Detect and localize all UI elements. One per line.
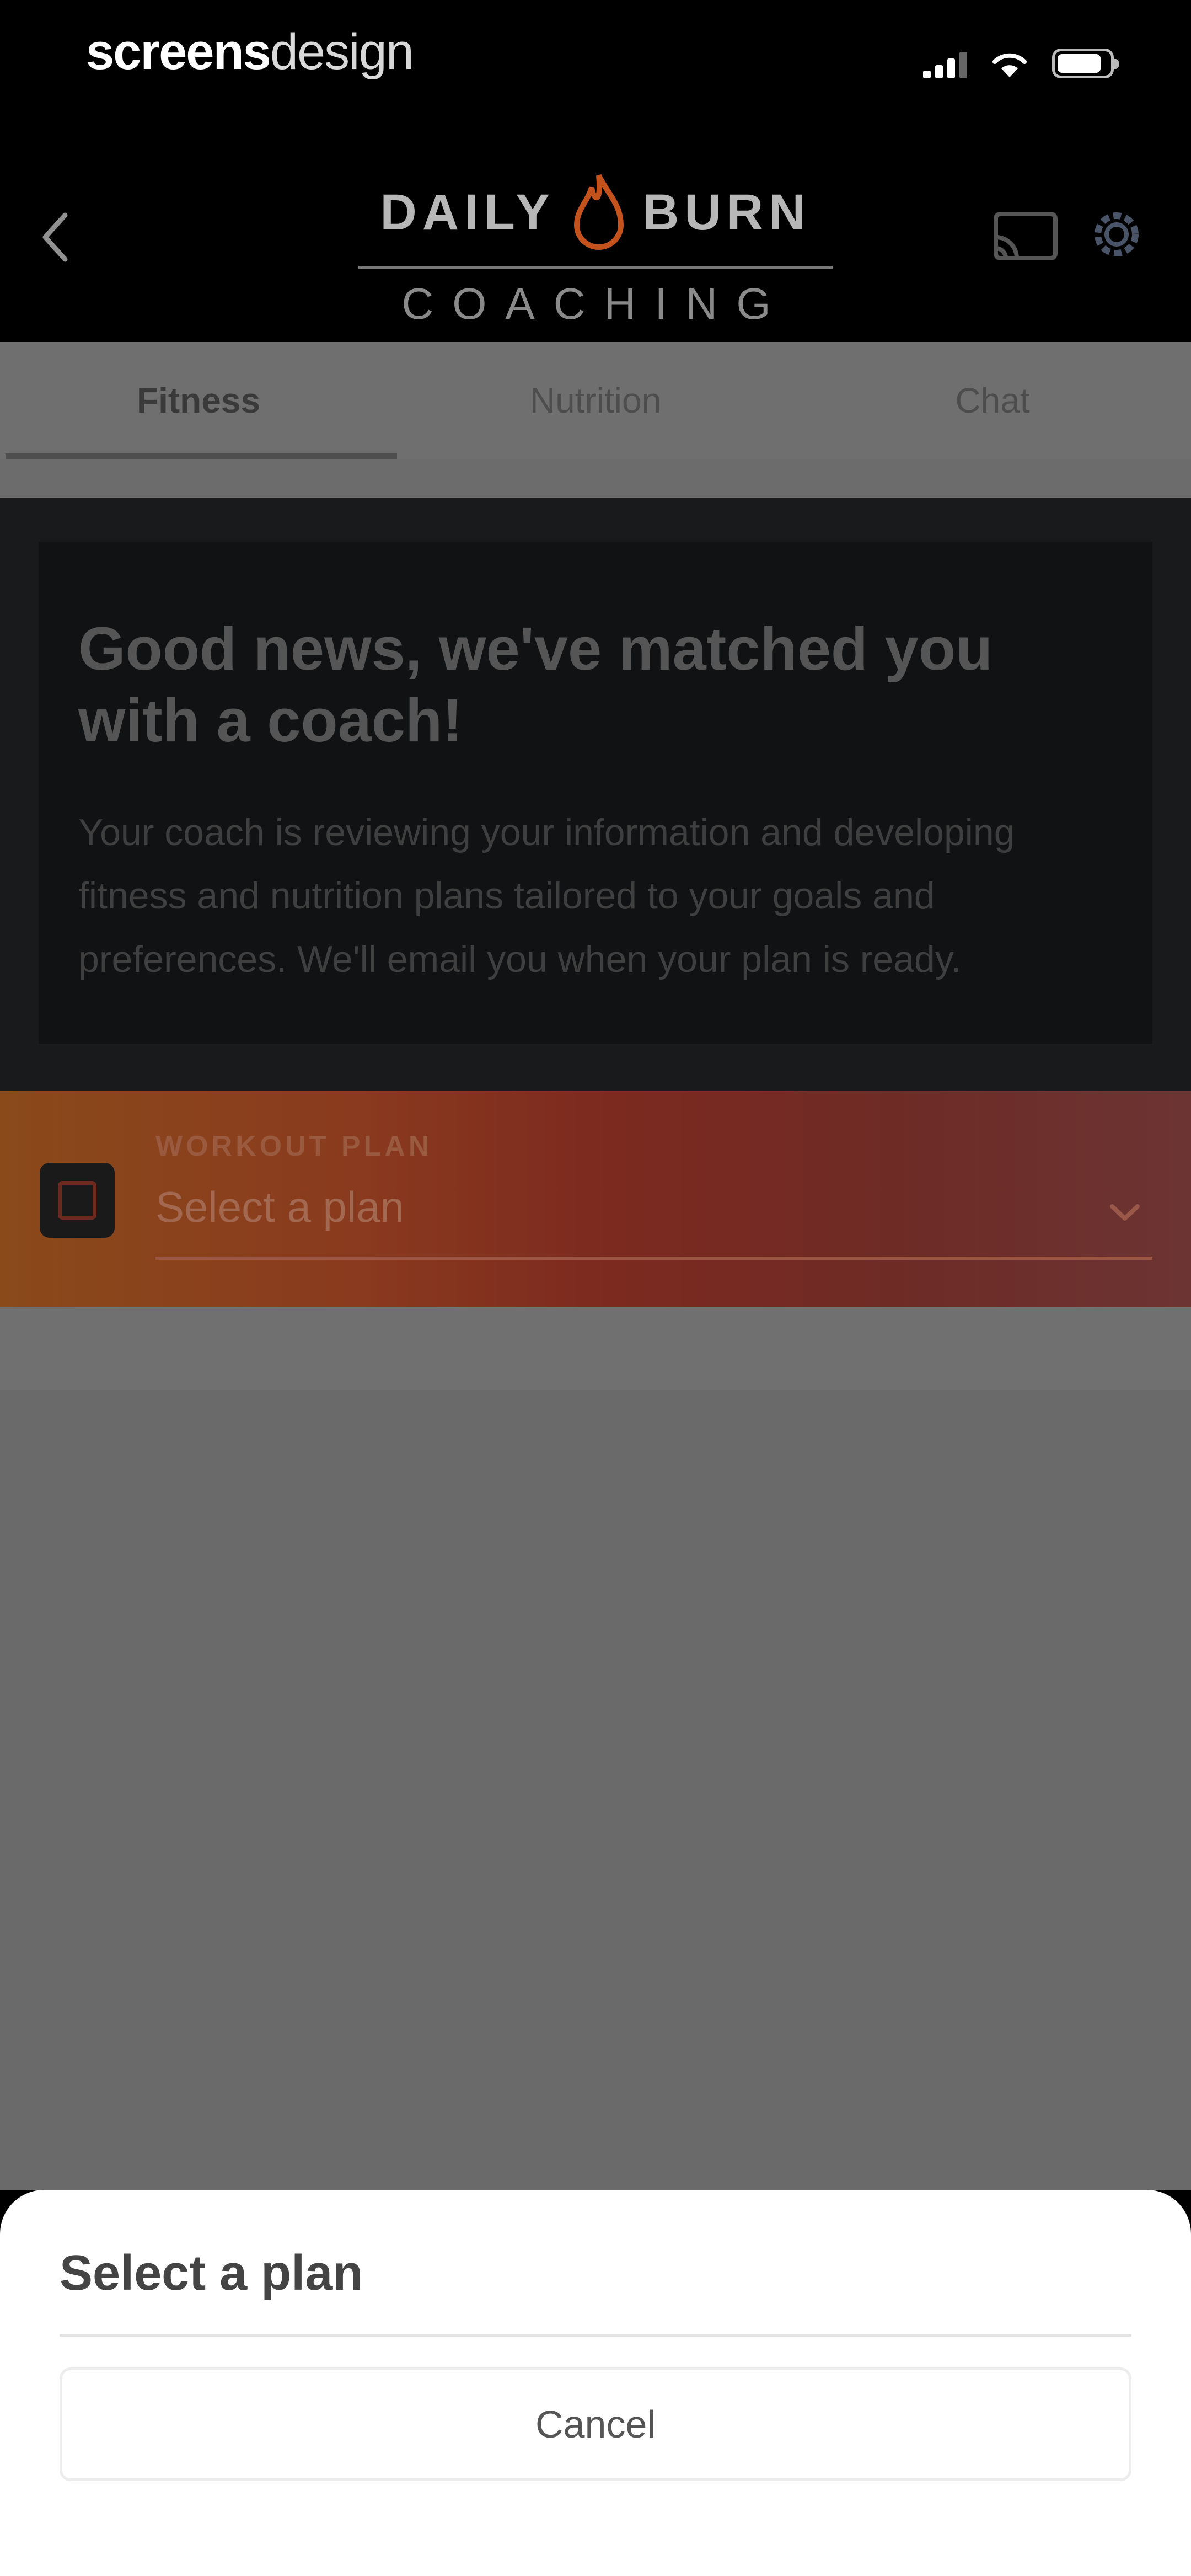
dim-overlay-band bbox=[0, 1307, 1191, 1390]
select-plan-sheet: Select a plan Cancel bbox=[0, 2190, 1191, 2576]
chevron-down-icon[interactable] bbox=[1106, 1199, 1144, 1226]
cast-icon[interactable] bbox=[993, 210, 1059, 265]
wifi-icon bbox=[993, 53, 1027, 77]
gear-icon[interactable] bbox=[1086, 204, 1147, 265]
flame-icon bbox=[573, 174, 624, 250]
tab-chat[interactable]: Chat bbox=[794, 342, 1191, 459]
daily-burn-logo: DAILY BURN COACHING bbox=[358, 138, 833, 328]
logo-coaching: COACHING bbox=[401, 279, 790, 328]
battery-icon bbox=[1052, 49, 1119, 78]
status-bar: screensdesign bbox=[0, 0, 1191, 116]
content-area: Good news, we've matched you with a coac… bbox=[0, 498, 1191, 1091]
tab-divider bbox=[0, 459, 1191, 498]
app-screen: screensdesign DAILY BURN COACHING Fitnes… bbox=[0, 0, 1191, 2576]
sheet-title: Select a plan bbox=[60, 2246, 363, 2301]
screensdesign-watermark: screensdesign bbox=[86, 24, 414, 80]
sheet-divider bbox=[60, 2334, 1131, 2337]
logo-daily: DAILY bbox=[380, 184, 555, 241]
tab-bar: Fitness Nutrition Chat bbox=[0, 342, 1191, 459]
cancel-button[interactable]: Cancel bbox=[60, 2367, 1131, 2481]
back-chevron-icon bbox=[42, 212, 68, 262]
card-body: Your coach is reviewing your information… bbox=[78, 811, 1015, 980]
signal-icon bbox=[923, 50, 967, 78]
cancel-label: Cancel bbox=[535, 2403, 656, 2446]
calendar-icon bbox=[40, 1163, 115, 1238]
app-header: DAILY BURN COACHING bbox=[0, 116, 1191, 342]
workout-plan-label: WORKOUT PLAN bbox=[155, 1130, 433, 1162]
workout-plan-bar: WORKOUT PLAN Select a plan bbox=[0, 1091, 1191, 1307]
logo-burn: BURN bbox=[642, 184, 811, 241]
dim-overlay[interactable] bbox=[0, 1307, 1191, 2190]
tab-fitness[interactable]: Fitness bbox=[0, 342, 397, 459]
card-title: Good news, we've matched you with a coac… bbox=[78, 615, 993, 755]
back-button[interactable] bbox=[33, 204, 77, 270]
select-underline bbox=[155, 1257, 1152, 1260]
tab-nutrition[interactable]: Nutrition bbox=[397, 342, 794, 459]
workout-plan-select[interactable]: Select a plan bbox=[155, 1182, 404, 1232]
coach-match-card: Good news, we've matched you with a coac… bbox=[39, 542, 1152, 1044]
status-icons bbox=[923, 49, 1119, 78]
